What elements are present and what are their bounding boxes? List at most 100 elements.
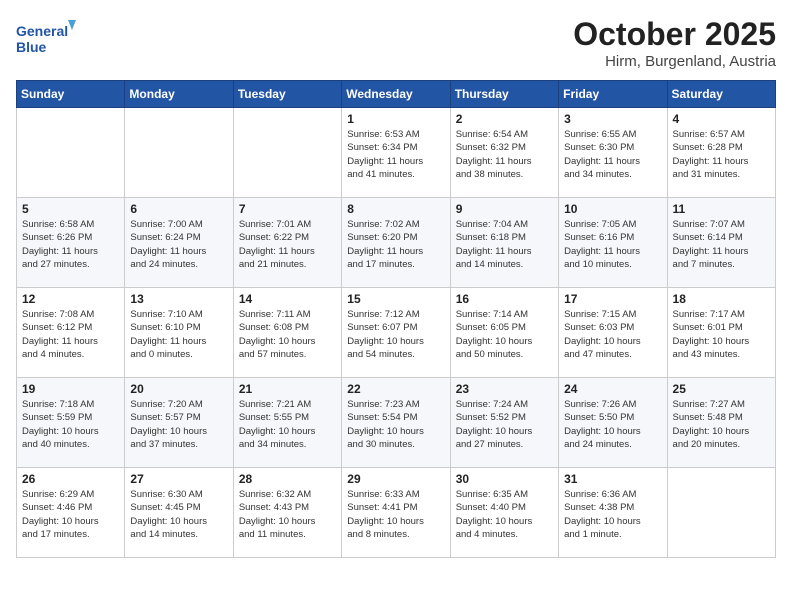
day-cell: 22Sunrise: 7:23 AM Sunset: 5:54 PM Dayli… [342,378,450,468]
day-number: 10 [564,202,661,216]
day-cell [667,468,775,558]
day-cell: 14 Sunrise: 7:11 AM Sunset: 6:08 PM Dayli… [233,288,341,378]
day-info: Sunrise: 6:32 AM Sunset: 4:43 PM Dayligh… [239,488,336,541]
day-header-saturday: Saturday [667,81,775,108]
day-cell: 10Sunrise: 7:05 AM Sunset: 6:16 PM Dayli… [559,198,667,288]
day-cell: 4 Sunrise: 6:57 AM Sunset: 6:28 PM Daylig… [667,108,775,198]
day-cell: 31Sunrise: 6:36 AM Sunset: 4:38 PM Dayli… [559,468,667,558]
day-info: Sunrise: 7:01 AM Sunset: 6:22 PM Dayligh… [239,218,336,271]
day-cell: 26 Sunrise: 6:29 AM Sunset: 4:46 PM Dayli… [17,468,125,558]
day-info: Sunrise: 7:00 AM Sunset: 6:24 PM Dayligh… [130,218,227,271]
day-cell: 21 Sunrise: 7:21 AM Sunset: 5:55 PM Dayli… [233,378,341,468]
day-number: 11 [673,202,770,216]
logo: General Blue [16,16,76,60]
day-cell: 17Sunrise: 7:15 AM Sunset: 6:03 PM Dayli… [559,288,667,378]
day-cell: 11 Sunrise: 7:07 AM Sunset: 6:14 PM Dayli… [667,198,775,288]
day-info: Sunrise: 6:35 AM Sunset: 4:40 PM Dayligh… [456,488,553,541]
svg-text:General: General [16,23,68,39]
day-info: Sunrise: 6:30 AM Sunset: 4:45 PM Dayligh… [130,488,227,541]
day-number: 9 [456,202,553,216]
day-number: 2 [456,112,553,126]
day-number: 16 [456,292,553,306]
logo-svg: General Blue [16,16,76,60]
day-number: 8 [347,202,444,216]
day-info: Sunrise: 7:20 AM Sunset: 5:57 PM Dayligh… [130,398,227,451]
day-cell: 1Sunrise: 6:53 AM Sunset: 6:34 PM Daylig… [342,108,450,198]
day-number: 18 [673,292,770,306]
day-cell [125,108,233,198]
day-cell: 2 Sunrise: 6:54 AM Sunset: 6:32 PM Daylig… [450,108,558,198]
day-cell [17,108,125,198]
day-number: 7 [239,202,336,216]
day-info: Sunrise: 6:36 AM Sunset: 4:38 PM Dayligh… [564,488,661,541]
day-header-monday: Monday [125,81,233,108]
week-row-5: 26 Sunrise: 6:29 AM Sunset: 4:46 PM Dayli… [17,468,776,558]
day-cell: 5 Sunrise: 6:58 AM Sunset: 6:26 PM Daylig… [17,198,125,288]
day-number: 3 [564,112,661,126]
calendar-table: SundayMondayTuesdayWednesdayThursdayFrid… [16,80,776,558]
svg-text:Blue: Blue [16,39,47,55]
day-cell: 7 Sunrise: 7:01 AM Sunset: 6:22 PM Daylig… [233,198,341,288]
day-number: 22 [347,382,444,396]
day-info: Sunrise: 7:12 AM Sunset: 6:07 PM Dayligh… [347,308,444,361]
day-cell: 12Sunrise: 7:08 AM Sunset: 6:12 PM Dayli… [17,288,125,378]
day-number: 21 [239,382,336,396]
week-row-1: 1Sunrise: 6:53 AM Sunset: 6:34 PM Daylig… [17,108,776,198]
day-number: 4 [673,112,770,126]
day-header-friday: Friday [559,81,667,108]
header-row: SundayMondayTuesdayWednesdayThursdayFrid… [17,81,776,108]
day-info: Sunrise: 6:33 AM Sunset: 4:41 PM Dayligh… [347,488,444,541]
day-number: 20 [130,382,227,396]
day-number: 1 [347,112,444,126]
day-cell: 19Sunrise: 7:18 AM Sunset: 5:59 PM Dayli… [17,378,125,468]
week-row-2: 5 Sunrise: 6:58 AM Sunset: 6:26 PM Daylig… [17,198,776,288]
day-info: Sunrise: 6:58 AM Sunset: 6:26 PM Dayligh… [22,218,119,271]
day-cell: 30 Sunrise: 6:35 AM Sunset: 4:40 PM Dayli… [450,468,558,558]
day-number: 19 [22,382,119,396]
day-info: Sunrise: 7:15 AM Sunset: 6:03 PM Dayligh… [564,308,661,361]
day-cell: 3 Sunrise: 6:55 AM Sunset: 6:30 PM Daylig… [559,108,667,198]
day-info: Sunrise: 7:24 AM Sunset: 5:52 PM Dayligh… [456,398,553,451]
day-cell: 23Sunrise: 7:24 AM Sunset: 5:52 PM Dayli… [450,378,558,468]
day-cell: 27 Sunrise: 6:30 AM Sunset: 4:45 PM Dayli… [125,468,233,558]
day-info: Sunrise: 7:14 AM Sunset: 6:05 PM Dayligh… [456,308,553,361]
title-area: October 2025 Hirm, Burgenland, Austria [573,16,776,70]
day-cell: 28 Sunrise: 6:32 AM Sunset: 4:43 PM Dayli… [233,468,341,558]
day-info: Sunrise: 7:11 AM Sunset: 6:08 PM Dayligh… [239,308,336,361]
location-title: Hirm, Burgenland, Austria [573,53,776,70]
day-cell: 25 Sunrise: 7:27 AM Sunset: 5:48 PM Dayli… [667,378,775,468]
day-number: 28 [239,472,336,486]
day-info: Sunrise: 6:29 AM Sunset: 4:46 PM Dayligh… [22,488,119,541]
day-cell: 18Sunrise: 7:17 AM Sunset: 6:01 PM Dayli… [667,288,775,378]
day-cell: 9Sunrise: 7:04 AM Sunset: 6:18 PM Daylig… [450,198,558,288]
day-cell: 29 Sunrise: 6:33 AM Sunset: 4:41 PM Dayli… [342,468,450,558]
day-info: Sunrise: 7:27 AM Sunset: 5:48 PM Dayligh… [673,398,770,451]
header: General Blue October 2025 Hirm, Burgenla… [16,16,776,70]
day-header-tuesday: Tuesday [233,81,341,108]
day-info: Sunrise: 7:10 AM Sunset: 6:10 PM Dayligh… [130,308,227,361]
day-info: Sunrise: 7:21 AM Sunset: 5:55 PM Dayligh… [239,398,336,451]
day-number: 14 [239,292,336,306]
day-header-thursday: Thursday [450,81,558,108]
week-row-4: 19Sunrise: 7:18 AM Sunset: 5:59 PM Dayli… [17,378,776,468]
day-info: Sunrise: 6:55 AM Sunset: 6:30 PM Dayligh… [564,128,661,181]
day-cell: 20 Sunrise: 7:20 AM Sunset: 5:57 PM Dayli… [125,378,233,468]
day-info: Sunrise: 6:57 AM Sunset: 6:28 PM Dayligh… [673,128,770,181]
day-cell: 16 Sunrise: 7:14 AM Sunset: 6:05 PM Dayli… [450,288,558,378]
day-number: 25 [673,382,770,396]
day-number: 26 [22,472,119,486]
day-number: 13 [130,292,227,306]
day-number: 30 [456,472,553,486]
day-cell: 15Sunrise: 7:12 AM Sunset: 6:07 PM Dayli… [342,288,450,378]
day-number: 27 [130,472,227,486]
day-info: Sunrise: 7:07 AM Sunset: 6:14 PM Dayligh… [673,218,770,271]
day-cell: 24Sunrise: 7:26 AM Sunset: 5:50 PM Dayli… [559,378,667,468]
day-info: Sunrise: 6:54 AM Sunset: 6:32 PM Dayligh… [456,128,553,181]
day-number: 6 [130,202,227,216]
day-info: Sunrise: 7:08 AM Sunset: 6:12 PM Dayligh… [22,308,119,361]
day-info: Sunrise: 7:02 AM Sunset: 6:20 PM Dayligh… [347,218,444,271]
day-number: 29 [347,472,444,486]
day-header-wednesday: Wednesday [342,81,450,108]
day-cell: 13 Sunrise: 7:10 AM Sunset: 6:10 PM Dayli… [125,288,233,378]
day-number: 5 [22,202,119,216]
